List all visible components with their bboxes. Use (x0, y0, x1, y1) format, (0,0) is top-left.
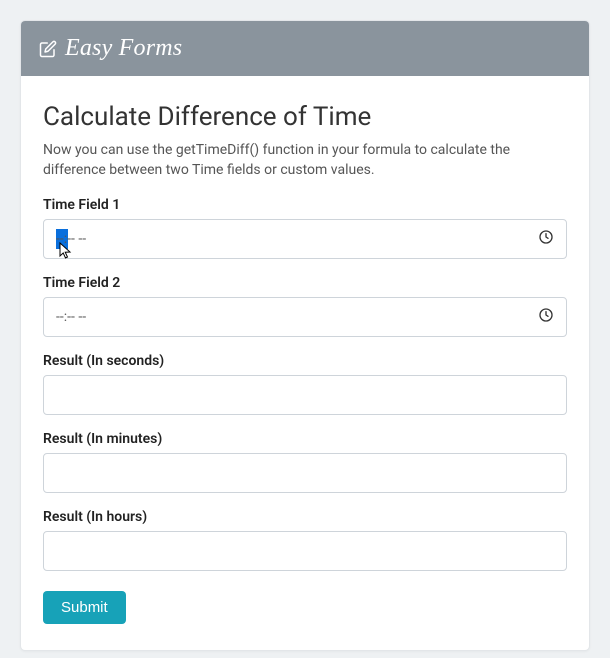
card-body: Calculate Difference of Time Now you can… (21, 76, 589, 650)
field-result-hours: Result (In hours) (43, 509, 567, 571)
label-result-minutes: Result (In minutes) (43, 431, 567, 447)
clock-icon[interactable] (538, 307, 554, 327)
page-title: Calculate Difference of Time (43, 102, 567, 132)
field-result-seconds: Result (In seconds) (43, 353, 567, 415)
page-description: Now you can use the getTimeDiff() functi… (43, 140, 567, 181)
field-time-1: Time Field 1 --:-- -- (43, 197, 567, 259)
label-result-seconds: Result (In seconds) (43, 353, 567, 369)
label-result-hours: Result (In hours) (43, 509, 567, 525)
input-result-hours[interactable] (43, 531, 567, 571)
input-time-2-value: --:-- -- (56, 309, 538, 325)
input-time-1[interactable]: --:-- -- (43, 219, 567, 259)
input-time-1-value: --:-- -- (56, 231, 538, 247)
form-card: Easy Forms Calculate Difference of Time … (20, 20, 590, 651)
label-time-1: Time Field 1 (43, 197, 567, 213)
card-header: Easy Forms (21, 21, 589, 76)
label-time-2: Time Field 2 (43, 275, 567, 291)
submit-button[interactable]: Submit (43, 591, 126, 624)
edit-icon (39, 40, 57, 58)
brand-name: Easy Forms (65, 35, 182, 62)
field-result-minutes: Result (In minutes) (43, 431, 567, 493)
input-time-2[interactable]: --:-- -- (43, 297, 567, 337)
input-result-minutes[interactable] (43, 453, 567, 493)
field-time-2: Time Field 2 --:-- -- (43, 275, 567, 337)
input-result-seconds[interactable] (43, 375, 567, 415)
clock-icon[interactable] (538, 229, 554, 249)
